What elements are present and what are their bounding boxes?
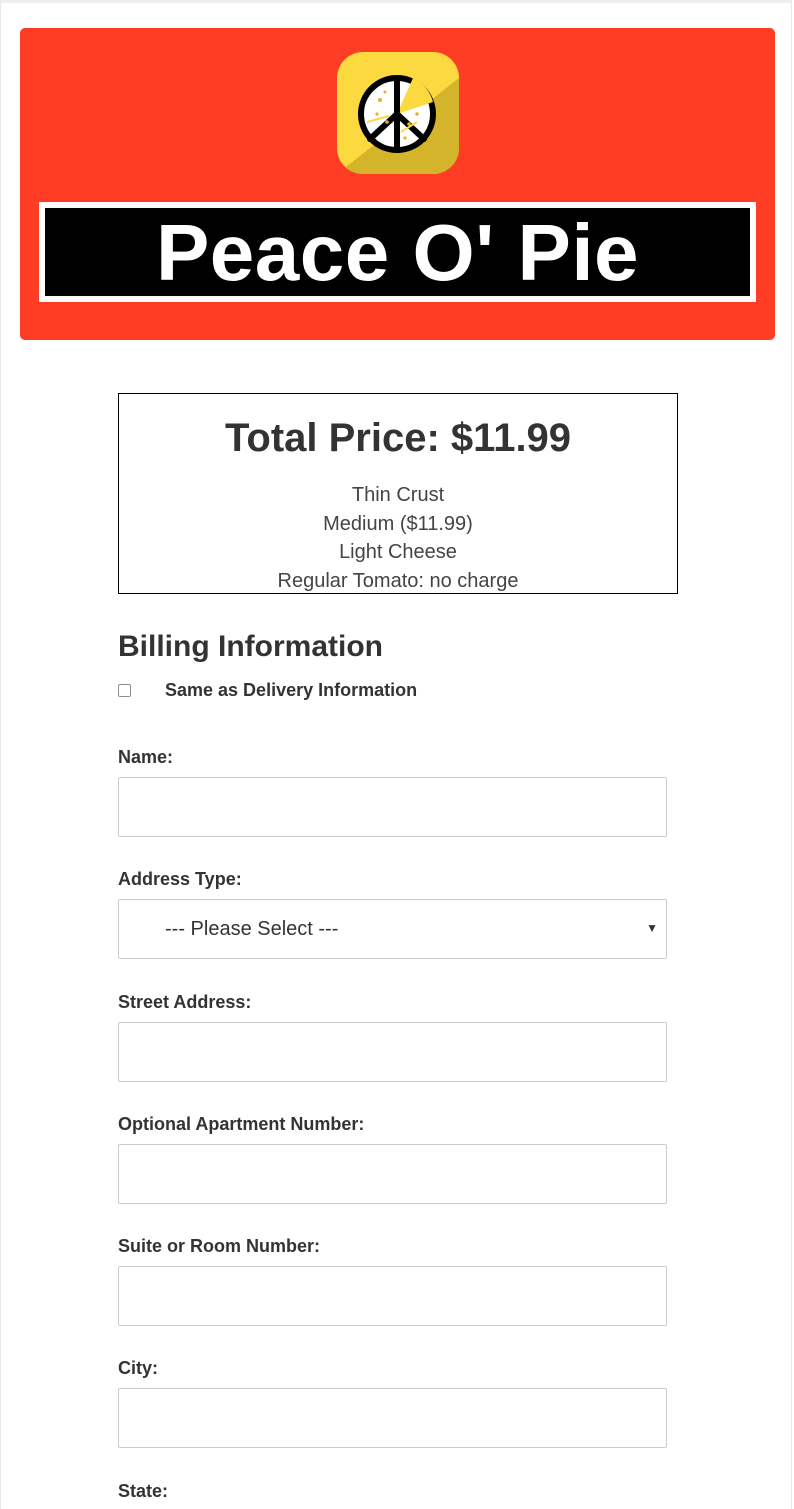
brand-title-box: Peace O' Pie xyxy=(39,202,756,302)
logo-graphic xyxy=(337,52,459,174)
header-banner: Peace O' Pie xyxy=(20,28,775,340)
order-items-list: Thin Crust Medium ($11.99) Light Cheese … xyxy=(119,481,677,593)
dropdown-arrow-icon: ▼ xyxy=(646,921,658,935)
suite-room-field[interactable] xyxy=(118,1266,667,1326)
order-item-size: Medium ($11.99) xyxy=(323,512,473,535)
city-label: City: xyxy=(118,1358,158,1378)
order-item-cheese: Light Cheese xyxy=(339,541,457,563)
suite-room-label: Suite or Room Number: xyxy=(118,1236,321,1256)
address-type-selected-value: --- Please Select --- xyxy=(165,917,339,940)
page: Peace O' Pie Total Price: $11.99 Thin Cr… xyxy=(0,0,792,1509)
street-address-field[interactable] xyxy=(118,1022,667,1082)
order-item-crust: Thin Crust xyxy=(351,484,445,506)
city-field[interactable] xyxy=(118,1388,667,1448)
apartment-number-label: Optional Apartment Number: xyxy=(118,1114,365,1134)
order-item-sauce: Regular Tomato: no charge xyxy=(277,569,519,592)
brand-name: Peace O' Pie xyxy=(155,208,640,297)
name-field[interactable] xyxy=(118,777,667,837)
address-type-label: Address Type: xyxy=(118,869,242,889)
order-summary: Total Price: $11.99 Thin Crust Medium ($… xyxy=(118,393,678,594)
apartment-number-field[interactable] xyxy=(118,1144,667,1204)
street-address-label: Street Address: xyxy=(118,992,252,1012)
peace-pizza-logo-icon xyxy=(337,52,459,174)
address-type-select[interactable]: --- Please Select --- ▼ xyxy=(118,899,667,959)
same-as-delivery-label[interactable]: Same as Delivery Information xyxy=(165,680,417,701)
same-as-delivery-checkbox[interactable] xyxy=(118,684,131,697)
state-label: State: xyxy=(118,1481,169,1501)
same-as-delivery-row: Same as Delivery Information xyxy=(118,680,417,701)
total-price: Total Price: $11.99 xyxy=(224,416,572,460)
billing-section-title: Billing Information xyxy=(118,630,383,663)
name-label: Name: xyxy=(118,747,174,767)
